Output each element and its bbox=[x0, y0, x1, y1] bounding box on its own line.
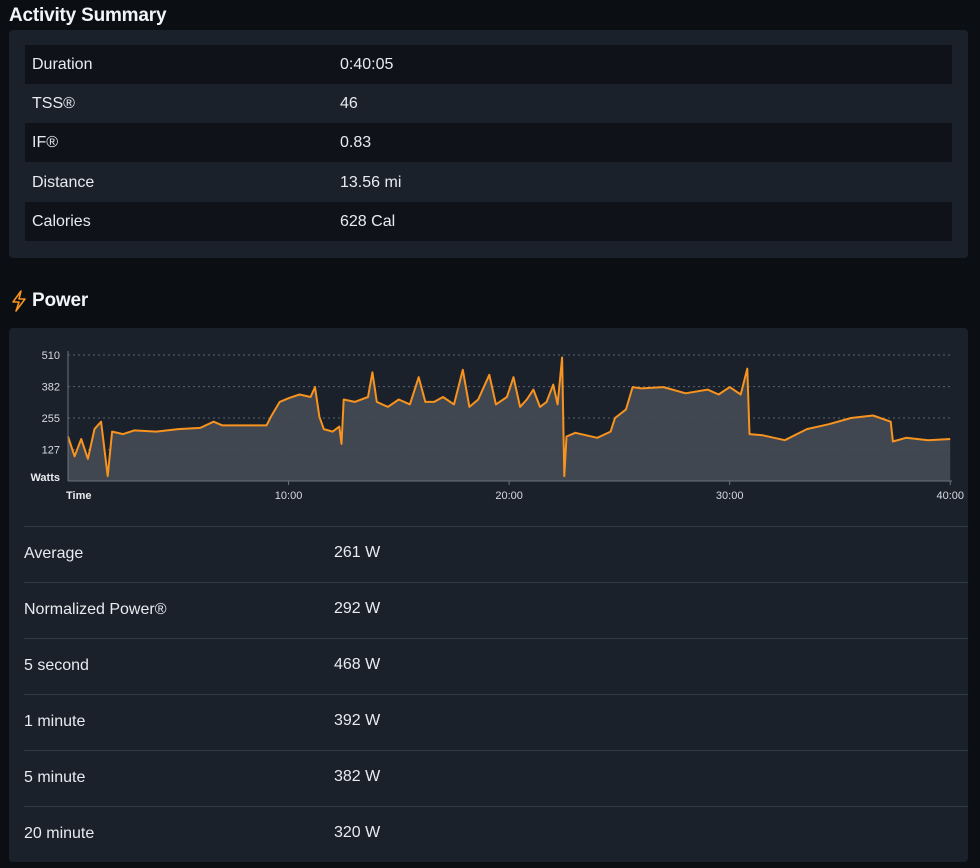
power-stat-20-minute: 20 minute 320 W bbox=[24, 806, 968, 862]
x-tick-label: 40:00 bbox=[936, 490, 964, 502]
summary-row-calories: Calories 628 Cal bbox=[25, 202, 952, 241]
y-tick-label: 510 bbox=[42, 350, 60, 362]
power-title-text: Power bbox=[32, 290, 89, 311]
power-stat-5-minute: 5 minute 382 W bbox=[24, 750, 968, 806]
y-axis-label: Watts bbox=[30, 472, 60, 484]
power-stat-1-minute: 1 minute 392 W bbox=[24, 694, 968, 750]
summary-label: IF® bbox=[32, 133, 59, 151]
summary-row-tss: TSS® 46 bbox=[25, 84, 952, 123]
power-section-title: Power bbox=[10, 290, 88, 312]
stat-value: 320 W bbox=[334, 824, 381, 841]
summary-row-distance: Distance 13.56 mi bbox=[25, 163, 952, 202]
stat-label: Normalized Power® bbox=[24, 601, 167, 618]
summary-label: TSS® bbox=[32, 94, 75, 112]
power-stat-5-second: 5 second 468 W bbox=[24, 638, 968, 694]
stat-value: 382 W bbox=[334, 768, 381, 785]
stat-value: 261 W bbox=[334, 544, 381, 561]
lightning-bolt-icon bbox=[10, 290, 28, 312]
x-axis-label: Time bbox=[66, 490, 91, 502]
summary-value: 46 bbox=[340, 94, 358, 112]
x-tick-label: 20:00 bbox=[495, 490, 523, 502]
summary-row-duration: Duration 0:40:05 bbox=[25, 45, 952, 84]
activity-summary-card: Duration 0:40:05 TSS® 46 IF® 0.83 Distan… bbox=[9, 30, 968, 258]
stat-value: 468 W bbox=[334, 656, 381, 673]
chart-series bbox=[67, 356, 951, 481]
power-area bbox=[68, 357, 951, 481]
summary-value: 0:40:05 bbox=[340, 55, 394, 73]
y-tick-label: 127 bbox=[42, 445, 60, 457]
summary-value: 628 Cal bbox=[340, 212, 396, 230]
stat-label: 5 second bbox=[24, 657, 89, 674]
summary-label: Calories bbox=[32, 212, 91, 230]
y-tick-label: 255 bbox=[42, 413, 60, 425]
summary-label: Distance bbox=[32, 173, 95, 191]
y-tick-label: 382 bbox=[42, 382, 60, 394]
summary-label: Duration bbox=[32, 55, 93, 73]
summary-value: 0.83 bbox=[340, 133, 372, 151]
stat-label: 1 minute bbox=[24, 713, 86, 730]
stat-label: Average bbox=[24, 545, 84, 562]
stat-label: 5 minute bbox=[24, 769, 86, 786]
stat-label: 20 minute bbox=[24, 825, 95, 842]
stat-value: 292 W bbox=[334, 600, 381, 617]
summary-row-if: IF® 0.83 bbox=[25, 123, 952, 162]
x-tick-label: 10:00 bbox=[275, 490, 303, 502]
summary-value: 13.56 mi bbox=[340, 173, 402, 191]
stat-value: 392 W bbox=[334, 712, 381, 729]
power-stat-normalized: Normalized Power® 292 W bbox=[24, 582, 968, 638]
power-chart[interactable]: 127 255 382 510 Watts Time 10:00 20:00 30:00 40:0… bbox=[9, 328, 968, 518]
power-card: 127 255 382 510 Watts Time 10:00 20:00 30:00 40:0… bbox=[9, 328, 968, 862]
x-tick-label: 30:00 bbox=[716, 490, 744, 502]
activity-summary-title: Activity Summary bbox=[9, 5, 167, 26]
power-stat-average: Average 261 W bbox=[24, 526, 968, 582]
